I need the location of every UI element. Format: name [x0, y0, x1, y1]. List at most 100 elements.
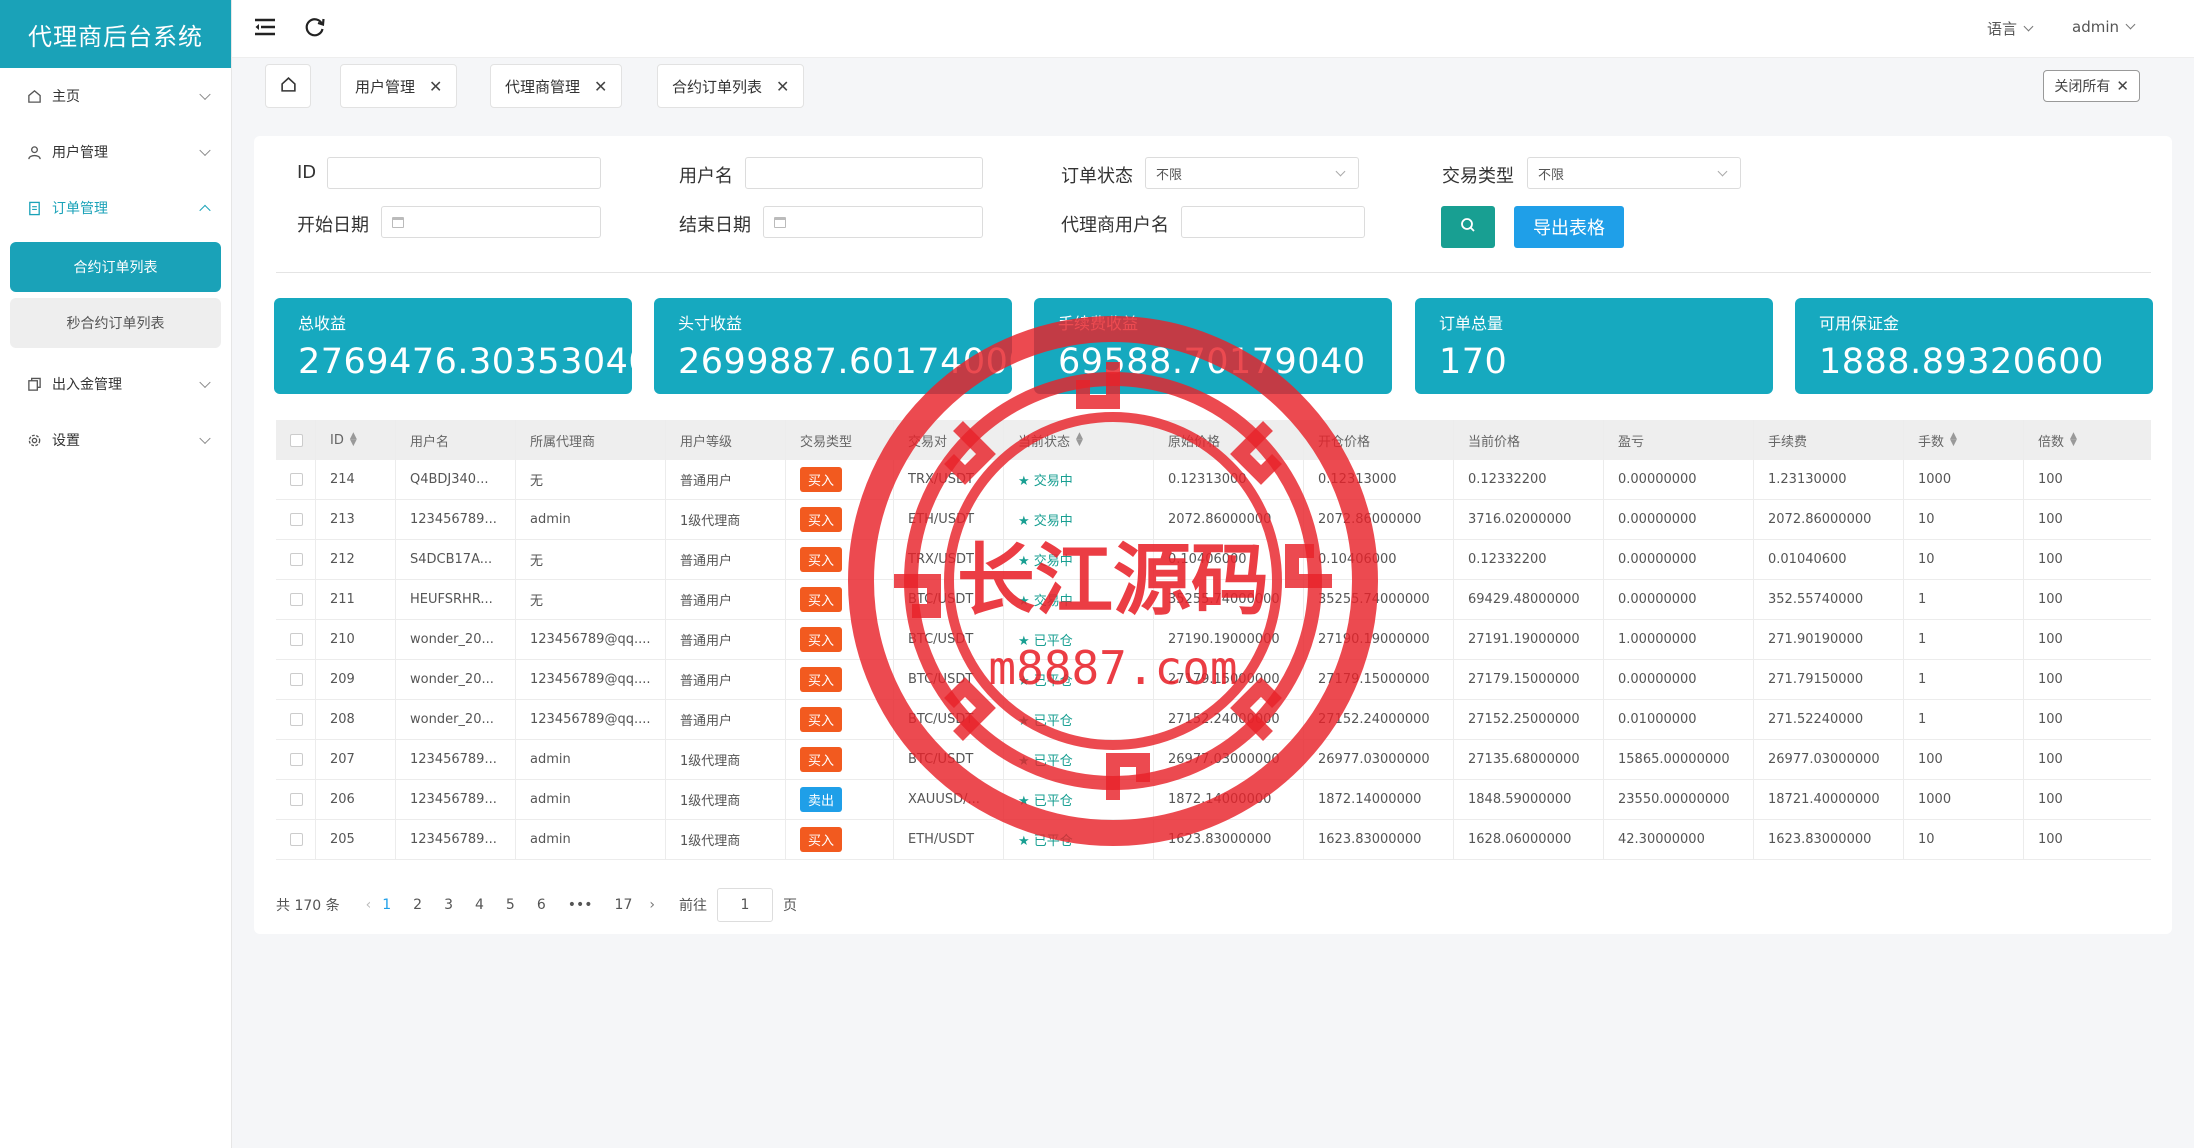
cell-text: 0.12332200 [1468, 552, 1547, 567]
row-checkbox[interactable] [290, 793, 303, 806]
cell-text: 100 [2038, 552, 2063, 567]
close-icon[interactable]: ✕ [429, 77, 442, 96]
id-input[interactable] [327, 157, 601, 189]
goto-page-input[interactable]: 1 [716, 888, 773, 922]
export-button[interactable]: 导出表格 [1514, 206, 1624, 248]
cell-lots: 100 [1904, 740, 2024, 779]
sort-icon[interactable]: ▲ ▼ [2070, 432, 2077, 448]
status-text: 已平仓 [1033, 674, 1073, 689]
row-checkbox[interactable] [290, 553, 303, 566]
cell-text: 100 [2038, 512, 2063, 527]
agent-username-input[interactable] [1181, 206, 1365, 238]
page-6[interactable]: 6 [537, 897, 546, 913]
tab-contract-orders[interactable]: 合约订单列表 ✕ [657, 64, 805, 108]
refresh-icon[interactable] [302, 14, 328, 40]
trade-type-tag: 买入 [800, 667, 843, 692]
page-1[interactable]: 1 [382, 897, 391, 913]
row-checkbox[interactable] [290, 513, 303, 526]
table-row[interactable]: 211 HEUFSRHR... 无 普通用户 买入 BTC/USDT ★ 交易中 35255.… [276, 580, 2151, 620]
cell-trade-type: 买入 [786, 540, 894, 579]
table-row[interactable]: 213 123456789... admin 1级代理商 买入 ETH/USDT ★ 交易中… [276, 500, 2151, 540]
table-row[interactable]: 206 123456789... admin 1级代理商 卖出 XAUUSD/... ★ 已… [276, 780, 2151, 820]
cell-open-price: 0.10406000 [1304, 540, 1454, 579]
row-checkbox[interactable] [290, 833, 303, 846]
sidebar-item-funds[interactable]: 出入金管理 [0, 356, 231, 412]
username-input[interactable] [745, 157, 983, 189]
cell-text: 0.12332200 [1468, 472, 1547, 487]
cell-text: 27179.15000000 [1168, 672, 1280, 687]
row-checkbox[interactable] [290, 593, 303, 606]
cell-id: 211 [316, 580, 396, 619]
close-icon[interactable]: ✕ [594, 77, 607, 96]
sidebar-item-settings[interactable]: 设置 [0, 412, 231, 468]
row-checkbox[interactable] [290, 673, 303, 686]
page-5[interactable]: 5 [506, 897, 515, 913]
close-all-button[interactable]: 关闭所有 ✕ [2043, 70, 2140, 102]
sort-icon[interactable]: ▲ ▼ [1076, 432, 1083, 448]
cell-level: 普通用户 [666, 660, 786, 699]
cell-text: 15865.00000000 [1618, 752, 1730, 767]
chevron-left-icon[interactable]: ‹ [366, 897, 372, 913]
cell-text: TRX/USDT [908, 552, 974, 567]
page-4[interactable]: 4 [475, 897, 484, 913]
cell-multiplier: 100 [2024, 740, 2142, 779]
order-status-select[interactable]: 不限 [1145, 157, 1359, 189]
end-date-input[interactable] [763, 206, 983, 238]
start-date-input[interactable] [381, 206, 601, 238]
sidebar-item-home[interactable]: 主页 [0, 68, 231, 124]
cell-text: 211 [330, 592, 355, 607]
tab-agent-management[interactable]: 代理商管理 ✕ [490, 64, 623, 108]
language-dropdown[interactable]: 语言 [1987, 18, 2032, 39]
column-header-label: 倍数 [2038, 434, 2065, 450]
table-row[interactable]: 209 wonder_20... 123456789@qq.... 普通用户 买入 BTC… [276, 660, 2151, 700]
page-2[interactable]: 2 [413, 897, 422, 913]
sidebar-item-users[interactable]: 用户管理 [0, 124, 231, 180]
cell-text: 100 [1918, 752, 1943, 767]
row-checkbox[interactable] [290, 753, 303, 766]
cell-multiplier: 100 [2024, 620, 2142, 659]
sidebar-item-orders[interactable]: 订单管理 [0, 180, 231, 236]
search-button[interactable] [1441, 206, 1495, 248]
stat-label: 头寸收益 [678, 314, 743, 333]
row-checkbox-cell [276, 620, 316, 659]
column-header-level: 用户等级 [666, 420, 786, 460]
cell-text: 普通用户 [680, 554, 733, 569]
select-all-checkbox[interactable] [290, 433, 303, 447]
row-checkbox[interactable] [290, 713, 303, 726]
cell-text: 1848.59000000 [1468, 792, 1572, 807]
column-header-multiplier[interactable]: 倍数 ▲ ▼ [2024, 420, 2142, 460]
sidebar-subitem-second-contract-orders[interactable]: 秒合约订单列表 [10, 298, 221, 348]
calendar-icon [774, 216, 786, 228]
page-3[interactable]: 3 [444, 897, 453, 913]
page-ellipsis[interactable]: ••• [568, 897, 593, 913]
column-header-lots[interactable]: 手数 ▲ ▼ [1904, 420, 2024, 460]
table-row[interactable]: 214 Q4BDJ340... 无 普通用户 买入 TRX/USDT ★ 交易中 0.1231… [276, 460, 2151, 500]
cell-text: 10 [1918, 552, 1935, 567]
row-checkbox[interactable] [290, 633, 303, 646]
cell-pair: XAUUSD/... [894, 780, 1004, 819]
sort-icon[interactable]: ▲ ▼ [350, 432, 357, 448]
table-row[interactable]: 210 wonder_20... 123456789@qq.... 普通用户 买入 BTC… [276, 620, 2151, 660]
page-17[interactable]: 17 [615, 897, 633, 913]
sort-icon[interactable]: ▲ ▼ [1950, 432, 1957, 448]
cell-username: wonder_20... [396, 620, 516, 659]
table-row[interactable]: 207 123456789... admin 1级代理商 买入 BTC/USDT ★ 已平仓… [276, 740, 2151, 780]
close-icon[interactable]: ✕ [776, 77, 789, 96]
chevron-right-icon[interactable]: › [649, 897, 655, 913]
stat-label: 可用保证金 [1819, 314, 1900, 333]
tab-home[interactable] [265, 64, 311, 108]
column-header-status[interactable]: 当前状态 ▲ ▼ [1004, 420, 1154, 460]
sidebar-subitem-contract-orders[interactable]: 合约订单列表 [10, 242, 221, 292]
table-row[interactable]: 208 wonder_20... 123456789@qq.... 普通用户 买入 BTC… [276, 700, 2151, 740]
table-row[interactable]: 212 S4DCB17A... 无 普通用户 买入 TRX/USDT ★ 交易中 0.1040… [276, 540, 2151, 580]
row-checkbox[interactable] [290, 473, 303, 486]
user-dropdown[interactable]: admin [2072, 18, 2134, 39]
cell-trade-type: 买入 [786, 820, 894, 859]
cell-multiplier: 100 [2024, 820, 2142, 859]
table-row[interactable]: 205 123456789... admin 1级代理商 买入 ETH/USDT ★ 已平仓… [276, 820, 2151, 860]
cell-text: 0.01040600 [1768, 552, 1847, 567]
menu-collapse-icon[interactable] [252, 14, 278, 40]
trade-type-select[interactable]: 不限 [1527, 157, 1741, 189]
tab-user-management[interactable]: 用户管理 ✕ [340, 64, 458, 108]
column-header-id[interactable]: ID ▲ ▼ [316, 420, 396, 460]
